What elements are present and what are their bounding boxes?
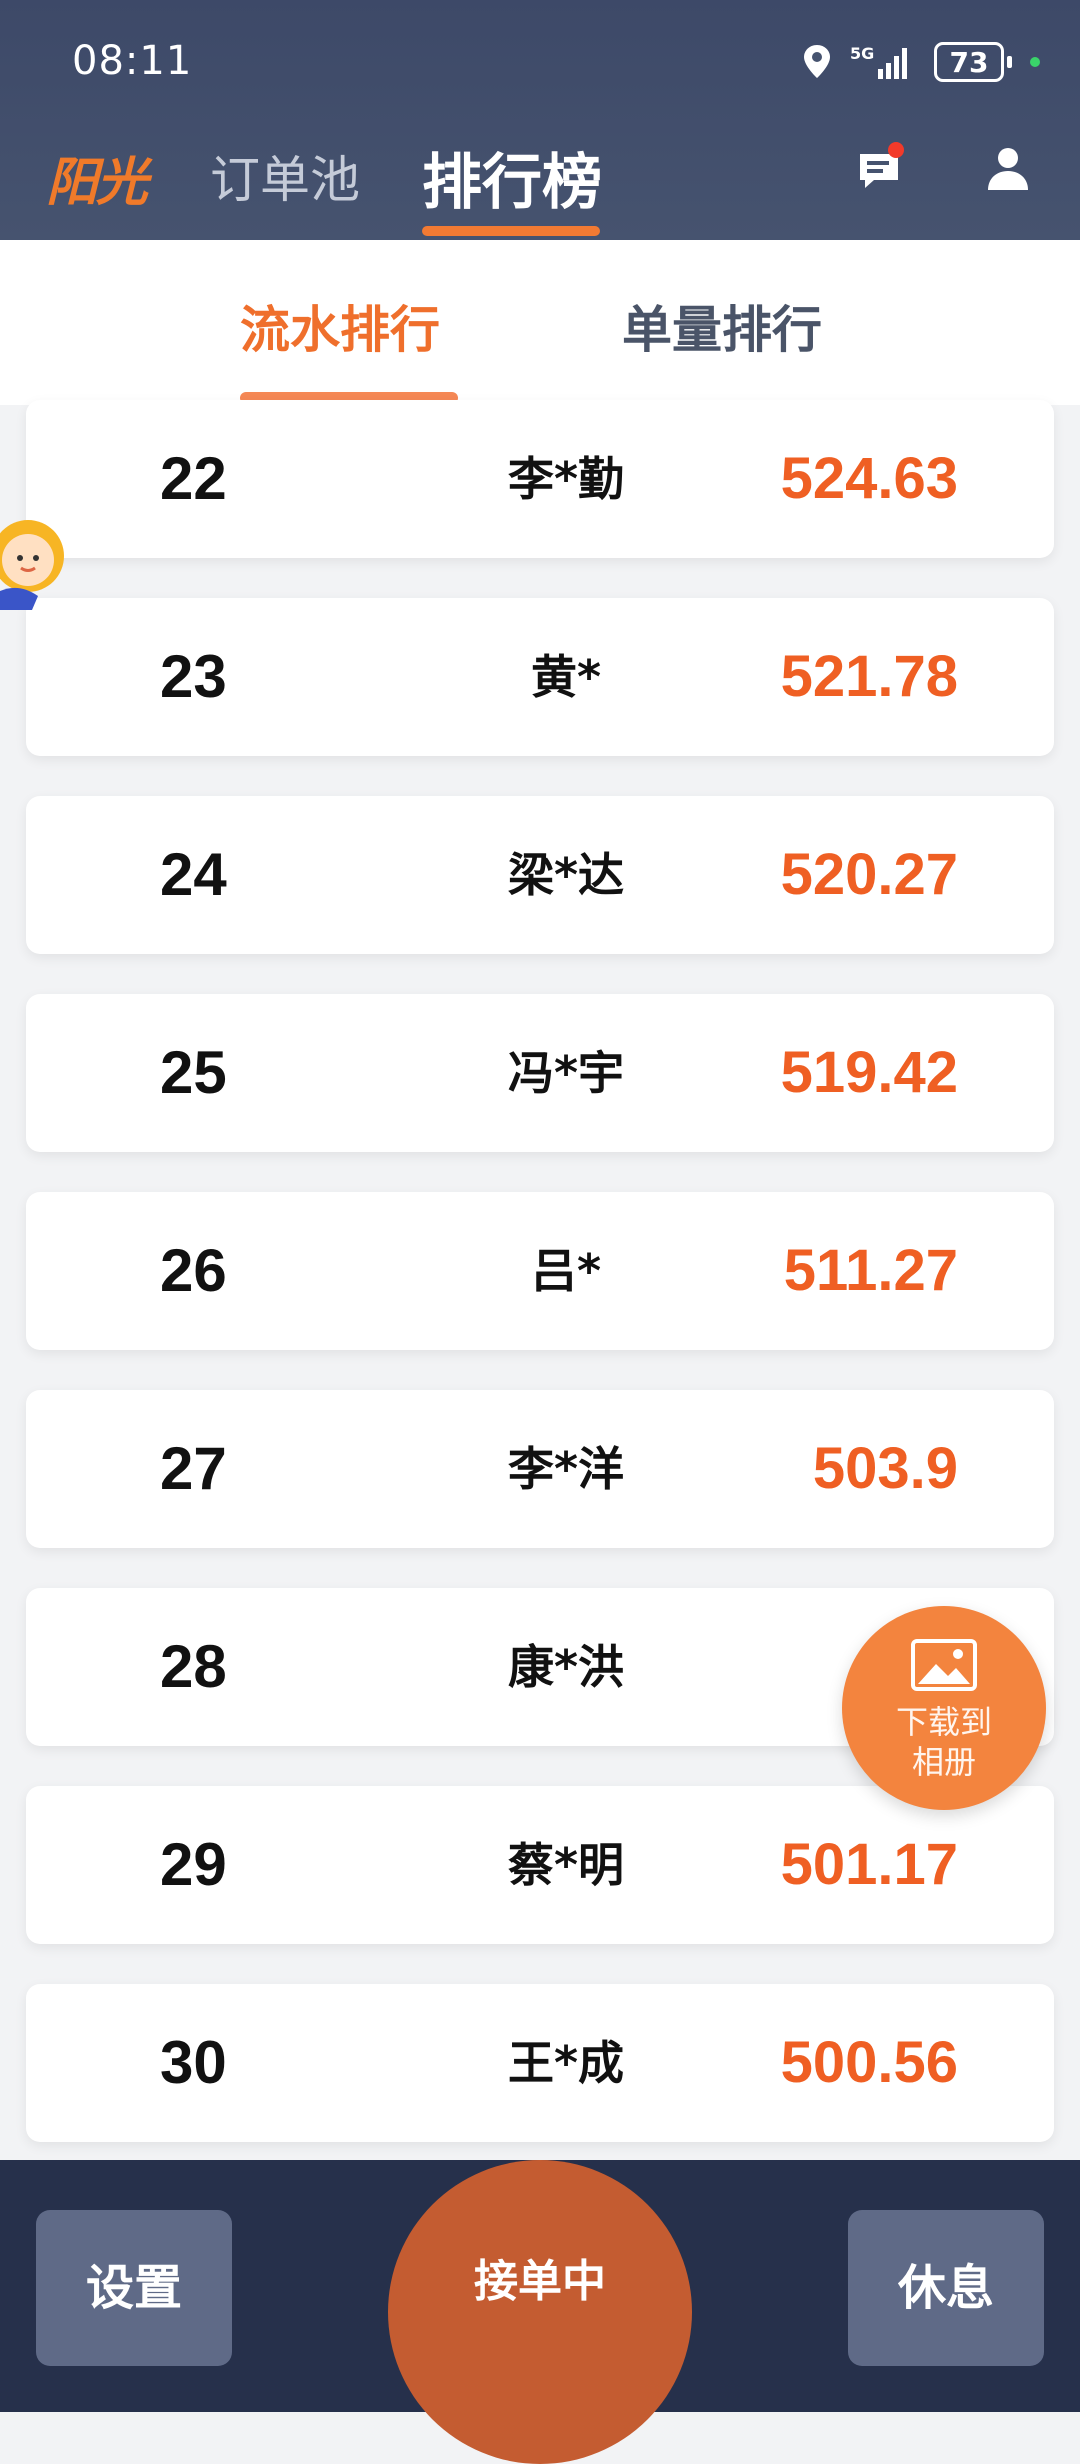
ranking-row: 23 黄* 521.78 xyxy=(26,598,1054,756)
driver-name: 康*洪 xyxy=(507,1640,625,1694)
flow-amount: 503.9 xyxy=(812,1436,958,1501)
rank-number: 27 xyxy=(160,1435,227,1502)
rank-number: 29 xyxy=(160,1831,227,1898)
tab-flow-ranking[interactable]: 流水排行 xyxy=(240,290,440,362)
rank-number: 22 xyxy=(160,445,227,512)
rank-number: 23 xyxy=(160,643,227,710)
download-to-album-button[interactable]: 下载到 相册 xyxy=(842,1606,1046,1810)
signal-icon: 5G xyxy=(850,44,907,79)
driver-name: 梁*达 xyxy=(507,848,625,902)
rank-number: 25 xyxy=(160,1039,227,1106)
ranking-row: 25 冯*宇 519.42 xyxy=(26,994,1054,1152)
download-label-line1: 下载到 xyxy=(895,1703,992,1741)
svg-text:5G: 5G xyxy=(850,44,874,63)
flow-amount: 520.27 xyxy=(780,842,958,907)
app-header: 08:11 5G 73 阳光 订单池 排行榜 xyxy=(0,0,1080,240)
rest-button[interactable]: 休息 xyxy=(848,2210,1044,2366)
rank-number: 30 xyxy=(160,2029,227,2096)
rank-number: 24 xyxy=(160,841,227,908)
ranking-row: 29 蔡*明 501.17 xyxy=(26,1786,1054,1944)
accepting-orders-button[interactable]: 接单中 xyxy=(388,2160,692,2464)
status-icons: 5G 73 xyxy=(802,38,1040,86)
flow-amount: 501.17 xyxy=(780,1832,958,1897)
image-icon xyxy=(911,1639,977,1691)
driver-name: 李*勤 xyxy=(507,452,625,506)
tab-order-pool[interactable]: 订单池 xyxy=(210,140,360,212)
driver-name: 王*成 xyxy=(507,2036,625,2090)
ranking-row: 26 吕* 511.27 xyxy=(26,1192,1054,1350)
ranking-row: 24 梁*达 520.27 xyxy=(26,796,1054,954)
settings-button[interactable]: 设置 xyxy=(36,2210,232,2366)
battery-icon: 73 xyxy=(934,42,1012,82)
flow-amount: 519.42 xyxy=(780,1040,958,1105)
status-time: 08:11 xyxy=(72,38,193,84)
tab-leaderboard[interactable]: 排行榜 xyxy=(422,134,602,221)
driver-name: 黄* xyxy=(530,650,602,704)
unread-badge xyxy=(888,142,904,158)
ranking-row: 30 王*成 500.56 xyxy=(26,1984,1054,2142)
download-label-line2: 相册 xyxy=(911,1743,976,1781)
battery-level: 73 xyxy=(934,42,1004,82)
driver-name: 吕* xyxy=(530,1244,602,1298)
mascot-icon[interactable] xyxy=(0,514,76,614)
ranking-subtabs: 流水排行 单量排行 xyxy=(0,240,1080,405)
driver-name: 蔡*明 xyxy=(507,1838,625,1892)
tab-active-indicator xyxy=(422,226,600,236)
flow-amount: 521.78 xyxy=(780,644,958,709)
brand-logo: 阳光 xyxy=(46,153,148,213)
privacy-indicator-icon xyxy=(1030,57,1040,67)
location-icon xyxy=(804,45,830,78)
user-icon[interactable] xyxy=(986,146,1030,192)
driver-name: 冯*宇 xyxy=(507,1046,625,1100)
flow-amount: 511.27 xyxy=(783,1238,958,1303)
ranking-row: 22 李*勤 524.63 xyxy=(26,400,1054,558)
rank-number: 28 xyxy=(160,1633,227,1700)
tab-single-ranking[interactable]: 单量排行 xyxy=(622,290,822,362)
flow-amount: 500.56 xyxy=(780,2030,958,2095)
flow-amount: 524.63 xyxy=(780,446,958,511)
driver-name: 李*洋 xyxy=(507,1442,625,1496)
rank-number: 26 xyxy=(160,1237,227,1304)
ranking-row: 27 李*洋 503.9 xyxy=(26,1390,1054,1548)
